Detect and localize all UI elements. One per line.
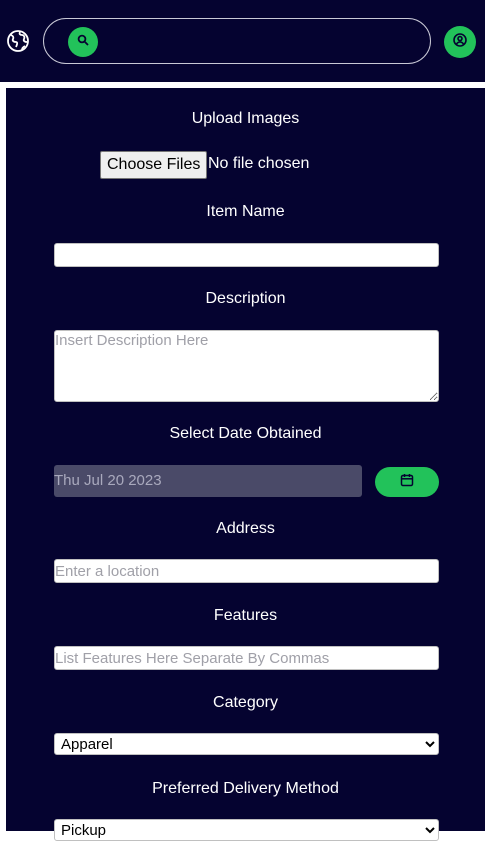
search-input[interactable] — [106, 25, 410, 59]
user-circle-icon — [453, 32, 467, 52]
file-status-text: No file chosen — [208, 155, 310, 172]
delivery-method-label: Preferred Delivery Method — [152, 780, 339, 797]
globe-icon[interactable] — [6, 29, 30, 53]
features-field[interactable] — [54, 646, 439, 670]
calendar-button[interactable] — [375, 467, 439, 497]
description-field[interactable] — [54, 330, 439, 402]
features-label: Features — [213, 607, 278, 624]
category-select[interactable]: Apparel — [54, 733, 439, 755]
delivery-method-select[interactable]: Pickup — [54, 819, 439, 841]
search-icon — [77, 33, 89, 51]
profile-button[interactable] — [444, 26, 476, 58]
item-name-field[interactable] — [54, 243, 439, 267]
description-label: Description — [205, 290, 286, 307]
date-obtained-label: Select Date Obtained — [169, 425, 322, 442]
search-bar — [43, 18, 431, 64]
calendar-icon — [400, 473, 414, 492]
item-name-label: Item Name — [206, 203, 285, 220]
top-header — [0, 0, 485, 82]
category-label: Category — [213, 694, 278, 711]
address-label: Address — [216, 520, 275, 537]
choose-files-button[interactable]: Choose Files — [100, 151, 208, 179]
listing-form: Upload Images Choose Files No file chose… — [6, 88, 485, 841]
address-field[interactable] — [54, 559, 439, 583]
date-field[interactable]: Thu Jul 20 2023 — [54, 465, 362, 497]
upload-images-label: Upload Images — [191, 110, 300, 127]
search-button[interactable] — [68, 27, 98, 57]
